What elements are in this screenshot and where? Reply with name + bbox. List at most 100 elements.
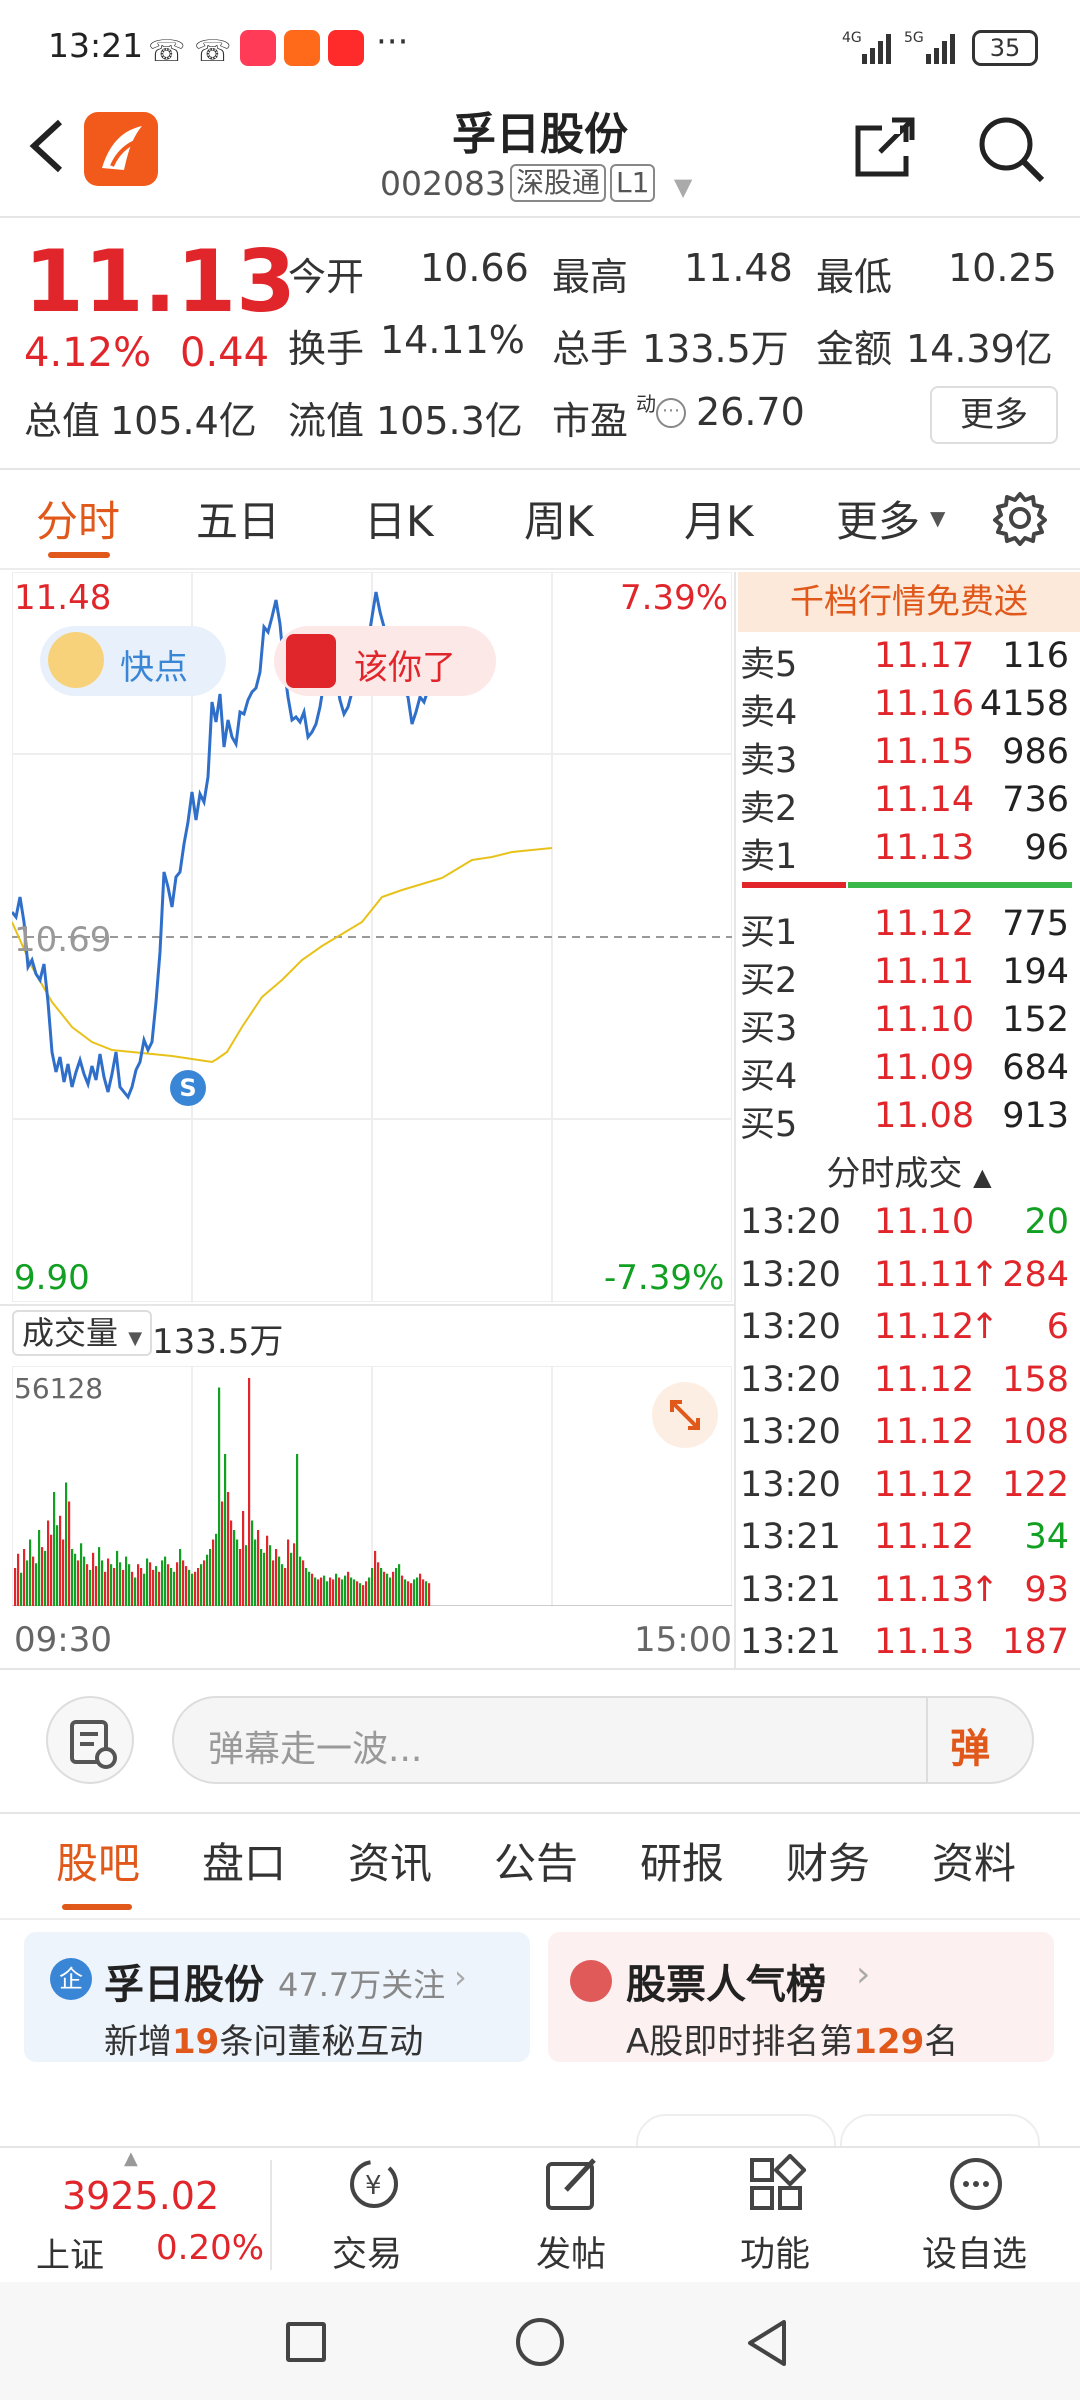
stock-code-row[interactable]: 002083 深股通 L1 ▼ [380, 164, 692, 203]
tick-row[interactable]: 13:21 11.12 34 [740, 1517, 1075, 1569]
search-button[interactable] [974, 112, 1046, 184]
volume-bar [56, 1525, 59, 1606]
tick-qty: 20 [1024, 1202, 1069, 1242]
ask-row[interactable]: 卖4 11.16 4158 [740, 684, 1075, 733]
ask-row[interactable]: 卖5 11.17 116 [740, 636, 1075, 685]
ask-row[interactable]: 卖1 11.13 96 [740, 828, 1075, 877]
bid-row[interactable]: 买4 11.09 684 [740, 1048, 1075, 1097]
volume-max-label: 56128 [14, 1372, 104, 1405]
volume-bar [425, 1581, 428, 1606]
tick-row[interactable]: 13:20 11.12 122 [740, 1465, 1075, 1517]
index-value: 3925.02 [62, 2174, 220, 2218]
volume-bar [83, 1556, 86, 1606]
tab-forum[interactable]: 股吧 [56, 1830, 140, 1891]
back-nav-button[interactable] [744, 2318, 788, 2368]
bid-row[interactable]: 买1 11.12 775 [740, 904, 1075, 953]
bid-row[interactable]: 买2 11.11 194 [740, 952, 1075, 1001]
recent-apps-button[interactable] [286, 2322, 326, 2362]
volume-bar [128, 1564, 131, 1606]
expand-icon [670, 1400, 700, 1430]
tick-qty: 187 [1002, 1622, 1069, 1662]
ask-row[interactable]: 卖3 11.15 986 [740, 732, 1075, 781]
popularity-card[interactable]: 股票人气榜 › A股即时排名第129名 [548, 1932, 1054, 2062]
company-card[interactable]: 企 孚日股份 47.7万关注 › 新增19条问董秘互动 [24, 1932, 530, 2062]
home-button[interactable] [516, 2318, 564, 2366]
tick-row[interactable]: 13:21 11.13 ↑ 93 [740, 1570, 1075, 1622]
danmaku-send-button[interactable]: 弹 [950, 1716, 990, 1774]
volume-bar [101, 1560, 104, 1606]
tick-row[interactable]: 13:20 11.12 108 [740, 1412, 1075, 1464]
your-turn-button[interactable]: 该你了 [274, 626, 496, 696]
volume-indicator-select[interactable]: 成交量 ▼ [12, 1310, 153, 1356]
tab-daily-k[interactable]: 日K [364, 488, 434, 549]
tick-arrow: ↑ [970, 1307, 1000, 1347]
tick-row[interactable]: 13:20 11.10 20 [740, 1202, 1075, 1254]
bid-row[interactable]: 买3 11.10 152 [740, 1000, 1075, 1049]
level2-banner[interactable]: 千档行情免费送 [738, 572, 1080, 632]
quick-button[interactable]: 快点 [40, 626, 226, 696]
volume-bar [107, 1558, 110, 1606]
nav-features-button[interactable]: 功能 [676, 2150, 876, 2280]
volume-bar [44, 1550, 47, 1606]
volume-bar [395, 1568, 398, 1606]
volume-bar [149, 1562, 152, 1606]
tick-price: 11.12 [874, 1464, 975, 1505]
nav-trade-button[interactable]: ¥ 交易 [270, 2150, 470, 2280]
tick-row[interactable]: 13:21 11.13 187 [740, 1622, 1075, 1674]
tick-time: 13:20 [740, 1359, 841, 1400]
nav-post-button[interactable]: 发帖 [472, 2150, 672, 2280]
tick-price: 11.11 [874, 1254, 975, 1295]
volume-chart[interactable] [12, 1366, 732, 1606]
ask-price: 11.14 [874, 780, 975, 820]
bid-row[interactable]: 买5 11.08 913 [740, 1096, 1075, 1145]
volume-bar [29, 1539, 32, 1606]
divider [0, 568, 1080, 570]
settings-button[interactable] [992, 490, 1048, 546]
ask-price: 11.16 [874, 684, 975, 724]
danmaku-input[interactable]: 弹幕走一波... 弹 [172, 1696, 1034, 1784]
popularity-card-title: 股票人气榜 [626, 1962, 826, 2008]
buy-signal-marker[interactable]: S [170, 1070, 206, 1106]
filter-pill[interactable] [840, 2114, 1040, 2146]
tab-profile[interactable]: 资料 [932, 1830, 1016, 1891]
volume-bar [218, 1387, 221, 1606]
nav-watchlist-button[interactable]: 设自选 [876, 2150, 1076, 2280]
open-label: 今开 [288, 255, 365, 299]
share-button[interactable] [852, 114, 918, 180]
ask-row[interactable]: 卖2 11.14 736 [740, 780, 1075, 829]
more-circle-icon [950, 2158, 1002, 2210]
quote-row-1: 今开 [288, 246, 364, 301]
expand-chart-button[interactable] [652, 1382, 718, 1448]
mcap-label: 总值 [24, 399, 101, 443]
bid-ask-ratio-bar [742, 882, 1072, 888]
tab-five-day[interactable]: 五日 [196, 488, 280, 549]
volume-bar [230, 1520, 233, 1606]
level2-banner-text: 千档行情免费送 [790, 582, 1028, 622]
tab-monthly-k[interactable]: 月K [684, 488, 754, 549]
danmaku-settings-button[interactable] [46, 1696, 134, 1784]
ticks-header[interactable]: 分时成交 ▲ [738, 1146, 1080, 1195]
more-button[interactable]: 更多 [930, 386, 1058, 444]
tab-intraday[interactable]: 分时 [36, 488, 120, 549]
volume-bar [263, 1552, 266, 1606]
tab-research[interactable]: 研报 [640, 1830, 724, 1891]
volume-bar [95, 1566, 98, 1606]
orderbook-divider [734, 572, 736, 1668]
tick-row[interactable]: 13:20 11.11 ↑ 284 [740, 1255, 1075, 1307]
tab-announcements[interactable]: 公告 [494, 1830, 578, 1891]
tab-financials[interactable]: 财务 [786, 1830, 870, 1891]
tick-row[interactable]: 13:20 11.12 158 [740, 1360, 1075, 1412]
filter-pill[interactable] [636, 2114, 836, 2146]
volume-bar [122, 1569, 125, 1606]
tab-orderbook[interactable]: 盘口 [202, 1830, 286, 1891]
tab-weekly-k[interactable]: 周K [524, 488, 594, 549]
index-widget[interactable]: ▲ 3925.02 上证 0.20% [0, 2148, 270, 2282]
bid-price: 11.12 [874, 904, 975, 944]
tick-row[interactable]: 13:20 11.12 ↑ 6 [740, 1307, 1075, 1359]
tick-time: 13:21 [740, 1569, 841, 1610]
tick-qty: 122 [1002, 1464, 1069, 1505]
info-icon[interactable]: ⋯ [656, 398, 686, 428]
divider [0, 1812, 1080, 1814]
tab-more[interactable]: 更多 [836, 488, 920, 549]
tab-news[interactable]: 资讯 [348, 1830, 432, 1891]
